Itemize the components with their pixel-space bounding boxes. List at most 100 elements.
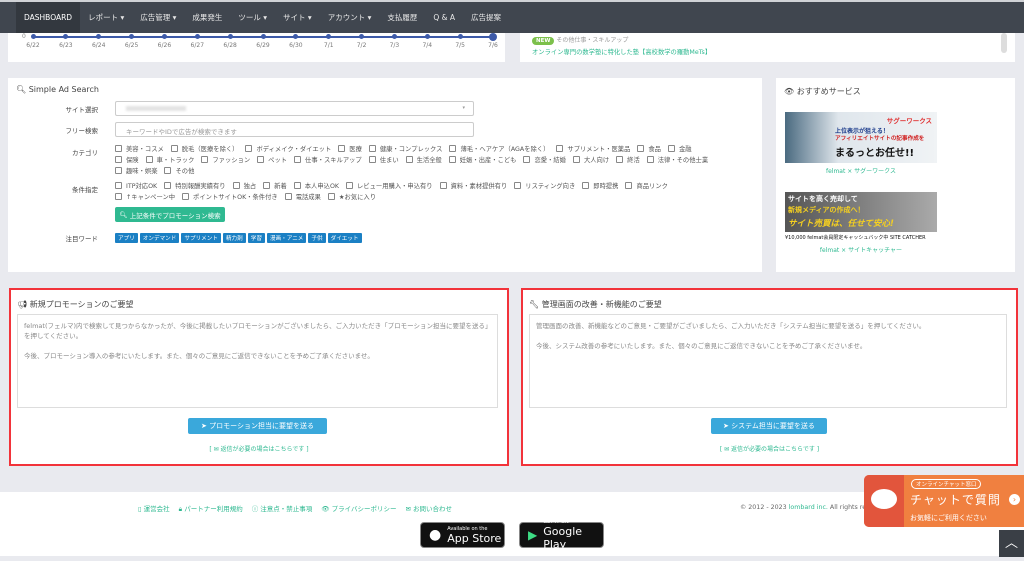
checkbox[interactable] <box>338 145 346 152</box>
checkbox-categories[interactable]: 妊娠・出産・こども <box>448 155 516 164</box>
send-promotion-request-button[interactable]: ➤ プロモーション担当に要望を送る <box>188 418 327 434</box>
checkbox[interactable] <box>523 156 531 163</box>
checkbox-categories[interactable]: 生活全般 <box>405 155 442 164</box>
company-link[interactable]: lombard inc. <box>789 504 828 511</box>
checkbox[interactable] <box>582 182 590 189</box>
checkbox[interactable] <box>170 145 178 152</box>
checkbox-categories[interactable]: 大人向け <box>572 155 609 164</box>
checkbox[interactable] <box>572 156 580 163</box>
checkbox[interactable] <box>284 193 292 200</box>
checkbox-categories[interactable]: 保険 <box>115 155 139 164</box>
service-link[interactable]: felmat × サイトキャッチャー <box>785 245 937 254</box>
checkbox[interactable] <box>667 145 675 152</box>
checkbox-categories[interactable]: 恋愛・結婚 <box>523 155 566 164</box>
nav-item[interactable]: 広告管理 ▾ <box>132 2 184 33</box>
system-request-textarea[interactable]: 管理画面の改善、新機能などのご意見・ご要望がございましたら、ご入力いただき「シス… <box>529 314 1007 408</box>
checkbox[interactable] <box>449 145 457 152</box>
checkbox[interactable] <box>637 145 645 152</box>
checkbox-categories[interactable]: ファッション <box>201 155 250 164</box>
app-store-badge[interactable]: ● Available on the App Store <box>420 522 505 548</box>
nav-item[interactable]: 広告提案 <box>463 2 509 33</box>
checkbox[interactable] <box>616 156 624 163</box>
checkbox[interactable] <box>115 193 122 200</box>
checkbox-conditions[interactable]: ↑キャンペーン中 <box>115 192 175 201</box>
checkbox-conditions[interactable]: 商品リンク <box>625 181 668 190</box>
checkbox[interactable] <box>257 156 265 163</box>
promotion-search-button[interactable]: 🔍︎ 上記条件でプロモーション検索 <box>115 207 225 222</box>
nav-item[interactable]: 支払履歴 <box>379 2 425 33</box>
reply-needed-link[interactable]: [ ✉ 返信が必要の場合はこちらです ] <box>523 444 1016 453</box>
checkbox[interactable] <box>115 156 122 163</box>
nav-item[interactable]: レポート ▾ <box>80 2 132 33</box>
checkbox-conditions[interactable]: 独占 <box>232 181 256 190</box>
checkbox-categories[interactable]: 趣味・娯楽 <box>115 166 157 175</box>
checkbox-conditions[interactable]: 本人申込OK <box>293 181 339 190</box>
hot-word-tag[interactable]: オンデマンド <box>139 233 180 243</box>
chat-widget[interactable]: オンラインチャット窓口 チャットで質問 › お気軽にご利用ください <box>864 475 1024 527</box>
checkbox-categories[interactable]: ボディメイク・ダイエット <box>245 144 331 153</box>
checkbox-conditions[interactable]: リスティング向き <box>514 181 575 190</box>
hot-word-tag[interactable]: アプリ <box>115 233 138 243</box>
checkbox-conditions[interactable]: 新着 <box>263 181 287 190</box>
checkbox[interactable] <box>368 156 376 163</box>
checkbox[interactable] <box>164 182 172 189</box>
checkbox[interactable] <box>327 193 335 200</box>
footer-link[interactable]: ✉ お問い合わせ <box>405 503 452 514</box>
hot-word-tag[interactable]: 学習 <box>247 233 265 243</box>
sitecatcher-banner[interactable]: サイトを高く売却して 新規メディアの作成へ！ サイト売買は、任せて安心! <box>785 192 937 232</box>
checkbox-categories[interactable]: 薄毛・ヘアケア（AGAを除く） <box>449 144 549 153</box>
promotion-request-textarea[interactable]: felmat(フェルマ)内で検索して見つからなかったが、今後に掲載したいプロモー… <box>17 314 498 408</box>
checkbox-conditions[interactable]: レビュー用購入・申込有り <box>346 181 433 190</box>
checkbox[interactable] <box>514 182 522 189</box>
checkbox[interactable] <box>294 156 302 163</box>
scrollbar[interactable] <box>1001 33 1007 53</box>
sagooworks-banner[interactable]: サグーワークス 上位表示が狙える！ アフィリエイトサイトの記事作成を まるっとお… <box>785 112 937 163</box>
nav-item[interactable]: DASHBOARD <box>16 2 81 33</box>
footer-link[interactable]: ▯ 運営会社 <box>138 503 170 514</box>
nav-item[interactable]: サイト ▾ <box>275 2 320 33</box>
checkbox[interactable] <box>293 182 301 189</box>
checkbox-categories[interactable]: その他 <box>164 166 194 175</box>
checkbox[interactable] <box>201 156 209 163</box>
checkbox[interactable] <box>556 145 564 152</box>
checkbox[interactable] <box>263 182 271 189</box>
service-link[interactable]: felmat × サグーワークス <box>785 166 937 175</box>
checkbox[interactable] <box>115 145 122 152</box>
checkbox-conditions[interactable]: ポイントサイトOK・条件付き <box>182 192 278 201</box>
hot-word-tag[interactable]: 精力剤 <box>222 233 246 243</box>
checkbox-categories[interactable]: 医療 <box>338 144 362 153</box>
checkbox-conditions[interactable]: 資料・素材提供有り <box>439 181 507 190</box>
hot-word-tag[interactable]: サプリメント <box>181 233 221 243</box>
checkbox[interactable] <box>625 182 633 189</box>
checkbox[interactable] <box>164 167 172 174</box>
footer-link[interactable]: 👁︎ プライバシーポリシー <box>321 503 396 514</box>
google-play-badge[interactable]: ▶ GET IT ON Google Play <box>519 519 604 551</box>
checkbox[interactable] <box>245 145 253 152</box>
footer-link[interactable]: 🔒︎ パートナー利用規約 <box>179 503 243 514</box>
checkbox[interactable] <box>405 156 413 163</box>
checkbox-categories[interactable]: ペット <box>257 155 287 164</box>
checkbox[interactable] <box>346 182 354 189</box>
nav-item[interactable]: Q & A <box>425 2 463 33</box>
checkbox-categories[interactable]: 健康・コンプレックス <box>368 144 442 153</box>
checkbox[interactable] <box>115 182 122 189</box>
checkbox[interactable] <box>145 156 153 163</box>
hot-word-tag[interactable]: 子供 <box>308 233 326 243</box>
checkbox-categories[interactable]: 終活 <box>616 155 640 164</box>
site-select[interactable]: ▾ <box>115 101 474 116</box>
hot-word-tag[interactable]: 漫画・アニメ <box>266 233 307 243</box>
nav-item[interactable]: アカウント ▾ <box>320 2 380 33</box>
checkbox-categories[interactable]: サプリメント・医薬品 <box>556 144 630 153</box>
checkbox[interactable] <box>368 145 376 152</box>
nav-item[interactable]: ツール ▾ <box>230 2 275 33</box>
nav-item[interactable]: 成果発生 <box>184 2 230 33</box>
checkbox[interactable] <box>232 182 240 189</box>
checkbox-conditions[interactable]: ITP対応OK <box>115 181 157 190</box>
checkbox-conditions[interactable]: 即時提携 <box>582 181 618 190</box>
checkbox-categories[interactable]: 仕事・スキルアップ <box>294 155 362 164</box>
checkbox-conditions[interactable]: ★お気に入り <box>327 192 376 201</box>
free-search-input[interactable]: キーワードやIDで広告が検索できます <box>115 122 474 137</box>
checkbox-categories[interactable]: 金融 <box>667 144 692 153</box>
news-link[interactable]: オンライン専門の数学塾に特化した塾【高校数学の羅動MeTs】 <box>532 47 711 56</box>
send-system-request-button[interactable]: ➤ システム担当に要望を送る <box>711 418 827 434</box>
